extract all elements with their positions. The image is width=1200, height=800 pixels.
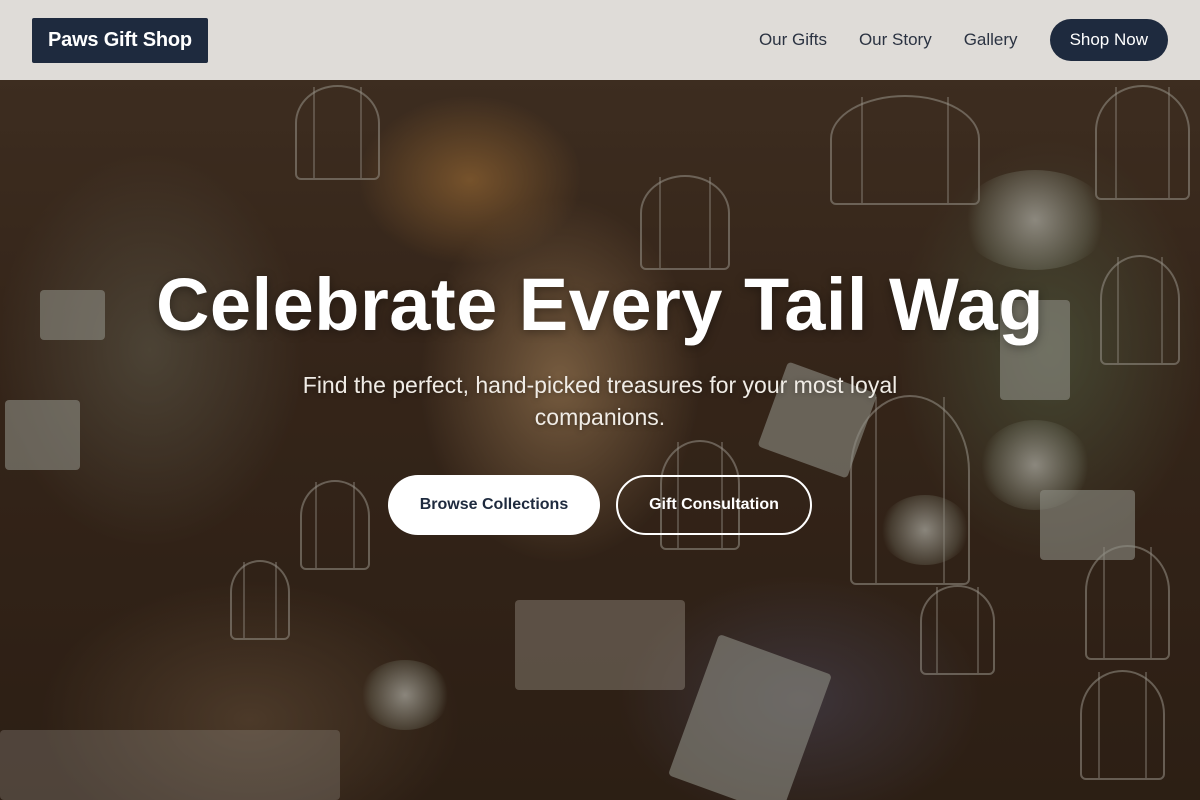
hero-button-group: Browse Collections Gift Consultation: [0, 475, 1200, 535]
main-nav: Our Gifts Our Story Gallery Shop Now: [727, 19, 1168, 61]
nav-link-our-gifts[interactable]: Our Gifts: [759, 30, 827, 50]
gift-consultation-button[interactable]: Gift Consultation: [616, 475, 812, 535]
nav-link-gallery[interactable]: Gallery: [964, 30, 1018, 50]
browse-collections-button[interactable]: Browse Collections: [388, 475, 600, 535]
shop-now-button[interactable]: Shop Now: [1049, 19, 1168, 61]
hero-title: Celebrate Every Tail Wag: [155, 263, 1044, 346]
hero-subtitle: Find the perfect, hand-picked treasures …: [302, 372, 898, 430]
brand-logo[interactable]: Paws Gift Shop: [32, 17, 208, 63]
hero-section: Celebrate Every Tail Wag Find the perfec…: [0, 262, 1200, 535]
nav-link-our-story[interactable]: Our Story: [859, 30, 932, 50]
site-header: Paws Gift Shop Our Gifts Our Story Galle…: [0, 0, 1200, 80]
